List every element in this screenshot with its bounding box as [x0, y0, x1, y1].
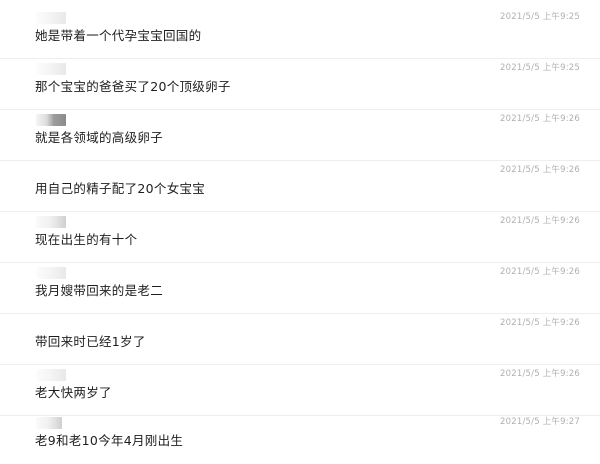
message-text: 就是各领域的高级卵子	[35, 130, 164, 145]
message-item[interactable]: 2021/5/5 上午9:25 那个宝宝的爸爸买了20个顶级卵子	[0, 59, 600, 110]
message-timestamp: 2021/5/5 上午9:26	[500, 165, 580, 175]
message-text: 那个宝宝的爸爸买了20个顶级卵子	[35, 79, 231, 94]
message-timestamp: 2021/5/5 上午9:27	[500, 417, 580, 427]
message-timestamp: 2021/5/5 上午9:26	[500, 114, 580, 124]
message-item[interactable]: 2021/5/5 上午9:27 老9和老10今年4月刚出生	[0, 413, 600, 464]
message-timestamp: 2021/5/5 上午9:26	[500, 369, 580, 379]
sender-avatar[interactable]	[36, 267, 66, 279]
message-item[interactable]: 2021/5/5 上午9:26 带回来时已经1岁了	[0, 314, 600, 365]
message-timestamp: 2021/5/5 上午9:25	[500, 12, 580, 22]
message-item[interactable]: 2021/5/5 上午9:26 现在出生的有十个	[0, 212, 600, 263]
message-text: 老9和老10今年4月刚出生	[35, 433, 184, 448]
message-item[interactable]: 2021/5/5 上午9:26 老大快两岁了	[0, 365, 600, 416]
sender-avatar[interactable]	[36, 114, 66, 126]
message-text: 我月嫂带回来的是老二	[35, 283, 164, 298]
sender-avatar[interactable]	[36, 12, 66, 24]
message-item[interactable]: 2021/5/5 上午9:25 她是带着一个代孕宝宝回国的	[0, 8, 600, 59]
sender-avatar[interactable]	[36, 216, 66, 228]
message-item[interactable]: 2021/5/5 上午9:26 我月嫂带回来的是老二	[0, 263, 600, 314]
sender-avatar[interactable]	[36, 417, 62, 429]
message-text: 现在出生的有十个	[35, 232, 138, 247]
message-text: 带回来时已经1岁了	[35, 334, 146, 349]
message-timestamp: 2021/5/5 上午9:26	[500, 267, 580, 277]
message-item[interactable]: 2021/5/5 上午9:26 用自己的精子配了20个女宝宝	[0, 161, 600, 212]
message-timestamp: 2021/5/5 上午9:26	[500, 318, 580, 328]
message-timestamp: 2021/5/5 上午9:25	[500, 63, 580, 73]
message-text: 用自己的精子配了20个女宝宝	[35, 181, 206, 196]
message-text: 她是带着一个代孕宝宝回国的	[35, 28, 202, 43]
sender-avatar[interactable]	[36, 369, 66, 381]
sender-avatar[interactable]	[36, 63, 66, 75]
message-item[interactable]: 2021/5/5 上午9:26 就是各领域的高级卵子	[0, 110, 600, 161]
chat-message-list: 2021/5/5 上午9:25 她是带着一个代孕宝宝回国的 2021/5/5 上…	[0, 0, 600, 459]
message-text: 老大快两岁了	[35, 385, 112, 400]
message-timestamp: 2021/5/5 上午9:26	[500, 216, 580, 226]
